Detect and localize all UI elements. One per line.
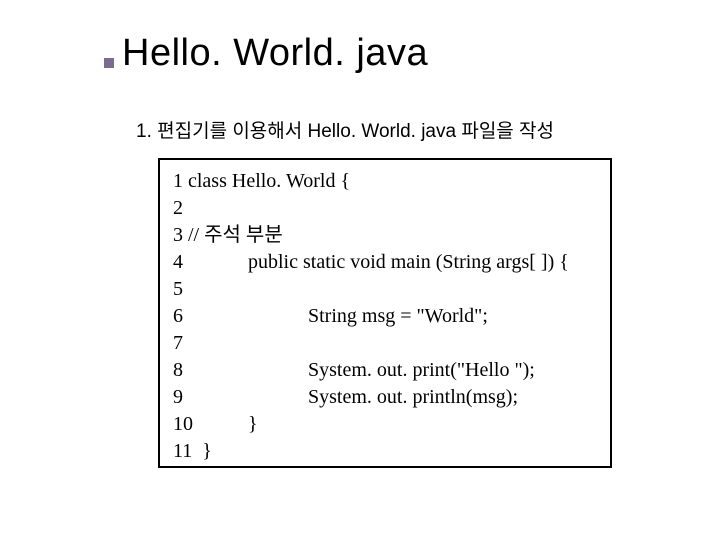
code-line: 7 [168,330,600,357]
bullet-icon [104,58,114,68]
code-line: 3 // 주석 부분 [168,222,600,249]
code-line: 11 } [168,438,600,465]
slide: Hello. World. java 1. 편집기를 이용해서 Hello. W… [0,0,720,540]
code-line: 4 public static void main (String args[ … [168,249,600,276]
code-line: 2 [168,195,600,222]
page-title: Hello. World. java [122,32,428,75]
code-line: 6 String msg = "World"; [168,303,600,330]
code-line: 8 System. out. print("Hello "); [168,357,600,384]
title-row: Hello. World. java [104,32,428,75]
code-block: 1 class Hello. World { 2 3 // 주석 부분 4 pu… [158,158,612,468]
subtitle: 1. 편집기를 이용해서 Hello. World. java 파일을 작성 [136,116,554,143]
code-line: 1 class Hello. World { [168,168,600,195]
code-line: 10 } [168,411,600,438]
code-line: 9 System. out. println(msg); [168,384,600,411]
code-line: 5 [168,276,600,303]
